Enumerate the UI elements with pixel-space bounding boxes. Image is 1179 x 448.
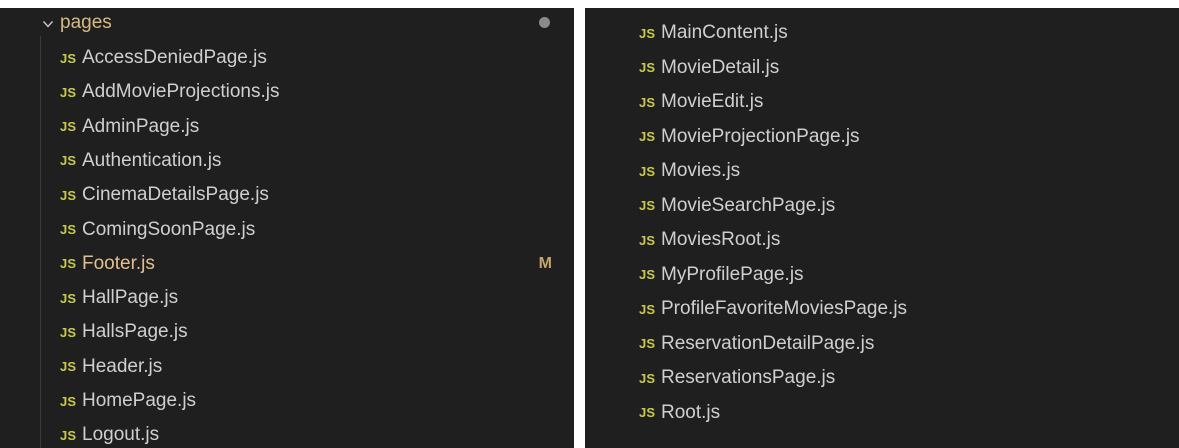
file-name: AddMovieProjections.js <box>82 81 280 103</box>
file-item[interactable]: JS Movies.js <box>639 156 1179 186</box>
js-file-icon: JS <box>60 153 77 169</box>
js-file-icon: JS <box>639 198 656 213</box>
js-file-icon: JS <box>60 256 77 272</box>
file-name: HallsPage.js <box>82 321 188 343</box>
file-name: ReservationDetailPage.js <box>661 332 875 354</box>
file-name: AccessDeniedPage.js <box>82 47 267 68</box>
js-file-icon: JS <box>639 232 656 248</box>
file-item[interactable]: JS Authentication.js <box>60 146 574 176</box>
file-name: HomePage.js <box>82 390 197 411</box>
folder-pages[interactable]: pages <box>42 8 574 38</box>
file-item[interactable]: JS HallsPage.js <box>60 317 574 347</box>
js-file-icon: JS <box>639 129 656 144</box>
js-file-icon: JS <box>60 427 77 443</box>
file-name: MainContent.js <box>661 22 788 43</box>
file-item[interactable]: JS ProfileFavoriteMoviesPage.js <box>639 294 1179 324</box>
file-name: CinemaDetailsPage.js <box>82 184 269 206</box>
explorer-panel-right: JS MainContent.js JS MovieDetail.js JS MovieE… <box>585 8 1179 448</box>
js-file-icon: JS <box>639 370 656 386</box>
file-name: Logout.js <box>82 424 160 446</box>
file-name: ComingSoonPage.js <box>82 218 256 240</box>
file-item[interactable]: JS MovieProjectionPage.js <box>639 122 1179 152</box>
file-name: Root.js <box>661 401 721 423</box>
file-name: MovieDetail.js <box>661 56 780 78</box>
js-file-icon: JS <box>639 94 656 110</box>
file-item[interactable]: JS ComingSoonPage.js <box>60 215 574 245</box>
file-item[interactable]: JS MoviesRoot.js <box>639 225 1179 255</box>
file-item[interactable]: JS CinemaDetailsPage.js <box>60 180 574 210</box>
file-item[interactable]: JS MovieSearchPage.js <box>639 191 1179 221</box>
js-file-icon: JS <box>60 222 77 237</box>
file-name: Movies.js <box>661 160 741 181</box>
file-name: ReservationsPage.js <box>661 367 836 388</box>
js-file-icon: JS <box>639 163 656 179</box>
js-file-icon: JS <box>60 359 77 375</box>
file-item[interactable]: JS Logout.js <box>60 420 574 448</box>
file-item[interactable]: JS ReservationDetailPage.js <box>639 329 1179 359</box>
file-item[interactable]: JS MyProfilePage.js <box>639 260 1179 290</box>
js-file-icon: JS <box>60 187 77 203</box>
file-item[interactable]: JS HomePage.js <box>60 386 574 416</box>
js-file-icon: JS <box>639 60 656 75</box>
file-name: Authentication.js <box>82 149 222 171</box>
js-file-icon: JS <box>60 119 77 135</box>
file-item[interactable]: JS HallPage.js <box>60 283 574 313</box>
js-file-icon: JS <box>639 336 656 351</box>
file-item[interactable]: JS Root.js <box>639 398 1179 428</box>
file-name: AdminPage.js <box>82 115 200 137</box>
modified-dot-icon <box>539 17 550 28</box>
js-file-icon: JS <box>60 393 77 409</box>
file-item[interactable]: JS MovieDetail.js <box>639 53 1179 83</box>
file-name: MoviesRoot.js <box>661 229 781 250</box>
explorer-panel-left: pages JS AccessDeniedPage.js JS AddMoviePro… <box>0 8 574 448</box>
chevron-down-icon <box>42 17 54 29</box>
js-file-icon: JS <box>639 267 656 282</box>
js-file-icon: JS <box>639 405 656 420</box>
file-item[interactable]: JS Footer.js M <box>60 249 574 279</box>
js-file-icon: JS <box>639 301 656 317</box>
tree-indent-guide <box>40 36 41 448</box>
file-item[interactable]: JS ReservationsPage.js <box>639 363 1179 393</box>
git-modified-badge: M <box>538 254 552 272</box>
file-name: MyProfilePage.js <box>661 263 804 285</box>
file-name: Footer.js <box>82 252 155 274</box>
js-file-icon: JS <box>60 50 77 66</box>
file-item[interactable]: JS MainContent.js <box>639 18 1179 48</box>
file-name: HallPage.js <box>82 287 179 309</box>
folder-label: pages <box>60 12 112 33</box>
file-item[interactable]: JS AdminPage.js <box>60 112 574 142</box>
file-name: MovieSearchPage.js <box>661 194 836 216</box>
js-file-icon: JS <box>60 324 77 340</box>
js-file-icon: JS <box>639 25 656 41</box>
file-name: MovieProjectionPage.js <box>661 125 860 147</box>
file-item[interactable]: JS Header.js <box>60 352 574 382</box>
js-file-icon: JS <box>60 290 77 306</box>
file-item[interactable]: JS AddMovieProjections.js <box>60 77 574 107</box>
file-item[interactable]: JS AccessDeniedPage.js <box>60 43 574 73</box>
js-file-icon: JS <box>60 84 77 100</box>
file-name: MovieEdit.js <box>661 91 764 112</box>
file-item[interactable]: JS MovieEdit.js <box>639 87 1179 117</box>
file-name: ProfileFavoriteMoviesPage.js <box>661 298 908 319</box>
file-name: Header.js <box>82 355 163 377</box>
